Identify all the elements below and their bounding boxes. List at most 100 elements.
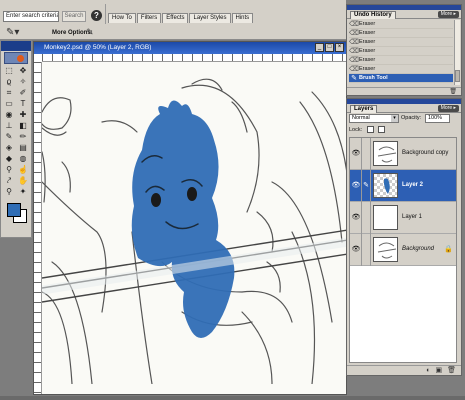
clone-stamp-icon[interactable]: ⊥ — [3, 121, 16, 131]
layers-more-button[interactable]: More ▸ — [437, 105, 459, 112]
new-fill-layer-icon[interactable]: ◐ — [426, 366, 430, 375]
tab-undo-history[interactable]: Undo History — [350, 11, 396, 19]
palette-well-tab-filters[interactable]: Filters — [136, 13, 162, 23]
vertical-ruler — [34, 62, 42, 394]
history-item[interactable]: ⌫ Eraser — [349, 38, 453, 47]
help-icon[interactable]: ? — [91, 10, 102, 21]
eyedropper-icon[interactable]: ⤤ — [3, 176, 16, 186]
move-tool-icon[interactable]: ✥ — [17, 66, 30, 76]
minimize-button[interactable]: _ — [315, 43, 324, 52]
lasso-tool-icon[interactable]: ϱ — [3, 77, 16, 87]
horizontal-ruler — [42, 54, 346, 62]
shape-tool-icon[interactable]: ▭ — [3, 99, 16, 109]
brush-options-icon[interactable]: ✎ — [86, 27, 94, 38]
magic-wand-tool-icon[interactable]: ✧ — [17, 77, 30, 87]
gradient-tool-icon[interactable]: ▤ — [17, 143, 30, 153]
layer-row-background-copy[interactable]: 👁 Background copy — [350, 138, 456, 170]
search-input[interactable]: Enter search criteria — [3, 11, 59, 22]
eraser-icon: ⌫ — [349, 48, 359, 55]
options-bar: Enter search criteria Search ? How To Fi… — [0, 0, 346, 40]
maximize-button[interactable]: □ — [325, 43, 334, 52]
history-item[interactable]: ⌫ Eraser — [349, 20, 453, 29]
document-titlebar[interactable]: Monkey2.psd @ 50% (Layer 2, RGB) _ □ × — [34, 42, 346, 54]
undo-history-scrollbar[interactable] — [454, 20, 460, 85]
paint-bucket-icon[interactable]: ◈ — [3, 143, 16, 153]
eraser-tool-icon[interactable]: ◧ — [17, 121, 30, 131]
document-window: Monkey2.psd @ 50% (Layer 2, RGB) _ □ × — [33, 41, 347, 395]
history-item-label: Eraser — [359, 21, 376, 27]
healing-brush-icon[interactable]: ✚ — [17, 110, 30, 120]
layer-link-cell[interactable] — [361, 234, 371, 266]
opacity-label: Opacity: — [401, 115, 422, 121]
blur-tool-icon[interactable]: ◆ — [3, 154, 16, 164]
foreground-color-swatch[interactable] — [7, 203, 21, 217]
layer-thumbnail — [373, 141, 398, 166]
crop-tool-icon[interactable]: ⌗ — [3, 88, 16, 98]
layers-palette: Layers More ▸ Normal ▾ Opacity: 100% Loc… — [346, 98, 462, 376]
trash-icon[interactable]: 🗑 — [447, 366, 456, 375]
layer-name: Background — [402, 246, 435, 252]
layer-name: Layer 2 — [402, 182, 424, 188]
blend-mode-select[interactable]: Normal ▾ — [349, 114, 399, 123]
layer-link-cell[interactable] — [361, 202, 371, 234]
lock-row: Lock: — [349, 126, 461, 135]
palette-well-tab-hints[interactable]: Hints — [231, 13, 254, 23]
eye-icon[interactable]: 👁 — [351, 149, 361, 159]
brush-tool-icon[interactable]: ✎ — [3, 132, 16, 142]
chevron-down-icon: ▾ — [391, 115, 398, 122]
dodge-tool-icon[interactable]: ⚲ — [3, 165, 16, 175]
layer-row-background[interactable]: 👁 Background 🔒 — [350, 234, 456, 266]
image-canvas[interactable] — [42, 62, 346, 394]
tab-layers[interactable]: Layers — [350, 105, 378, 113]
palette-well-tab-effects[interactable]: Effects — [162, 13, 189, 23]
sponge-tool-icon[interactable]: ◍ — [17, 154, 30, 164]
trash-icon[interactable]: 🗑 — [449, 89, 457, 95]
search-button[interactable]: Search — [62, 11, 86, 22]
app-logo[interactable] — [4, 52, 28, 64]
history-item-label: Eraser — [359, 39, 376, 45]
layer-list: 👁 Background copy 👁 ✎ Layer 2 👁 Layer 1 … — [349, 137, 457, 363]
active-brush-icon: ✎ — [361, 170, 371, 202]
toolbox-titlebar[interactable] — [1, 41, 31, 51]
brush-icon: ✎ — [351, 75, 357, 82]
layers-footer: ◐ ▣ 🗑 — [347, 365, 461, 375]
hand-tool-icon[interactable]: ✋ — [17, 176, 30, 186]
lock-all-checkbox[interactable] — [378, 126, 386, 134]
history-item[interactable]: ⌫ Eraser — [349, 29, 453, 38]
history-item[interactable]: ⌫ Eraser — [349, 56, 453, 65]
eraser-icon: ⌫ — [349, 57, 359, 64]
layer-row-layer-2[interactable]: 👁 ✎ Layer 2 — [350, 170, 456, 202]
type-tool-icon[interactable]: T — [17, 99, 30, 109]
opacity-input[interactable]: 100% — [425, 114, 450, 123]
smudge-tool-icon[interactable]: ☝ — [17, 165, 30, 175]
layer-link-cell[interactable] — [361, 138, 371, 170]
selection-brush-icon[interactable]: ✐ — [17, 88, 30, 98]
cookie-cutter-icon[interactable]: ✦ — [17, 187, 30, 197]
window-controls: _ □ × — [315, 43, 344, 52]
scrollbar-thumb[interactable] — [455, 70, 460, 82]
history-item-selected[interactable]: ✎ Brush Tool — [349, 74, 453, 83]
history-item[interactable]: ⌫ Eraser — [349, 47, 453, 56]
divider — [105, 4, 106, 24]
layer-row-layer-1[interactable]: 👁 Layer 1 — [350, 202, 456, 234]
eye-icon[interactable]: 👁 — [351, 245, 361, 255]
history-item-label: Eraser — [359, 30, 376, 36]
pencil-tool-icon[interactable]: ✏ — [17, 132, 30, 142]
eraser-icon: ⌫ — [349, 39, 359, 46]
palette-well-tab-layer-styles[interactable]: Layer Styles — [189, 13, 231, 23]
blend-mode-value: Normal — [352, 115, 370, 121]
zoom-tool-icon[interactable]: ⚲ — [3, 187, 16, 197]
red-eye-tool-icon[interactable]: ◉ — [3, 110, 16, 120]
undo-history-more-button[interactable]: More ▸ — [437, 11, 459, 18]
brush-tool-preset-icon[interactable]: ✎▾ — [6, 28, 22, 38]
layer-name: Background copy — [402, 150, 449, 156]
marquee-tool-icon[interactable]: ⬚ — [3, 66, 16, 76]
undo-history-tabbar: Undo History More ▸ — [347, 10, 461, 19]
palette-well-tab-how-to[interactable]: How To — [108, 13, 136, 23]
eye-icon[interactable]: 👁 — [351, 213, 361, 223]
new-layer-icon[interactable]: ▣ — [435, 366, 442, 375]
close-button[interactable]: × — [335, 43, 344, 52]
history-item[interactable]: ⌫ Eraser — [349, 65, 453, 74]
eye-icon[interactable]: 👁 — [351, 181, 361, 191]
lock-transparency-checkbox[interactable] — [366, 126, 374, 134]
